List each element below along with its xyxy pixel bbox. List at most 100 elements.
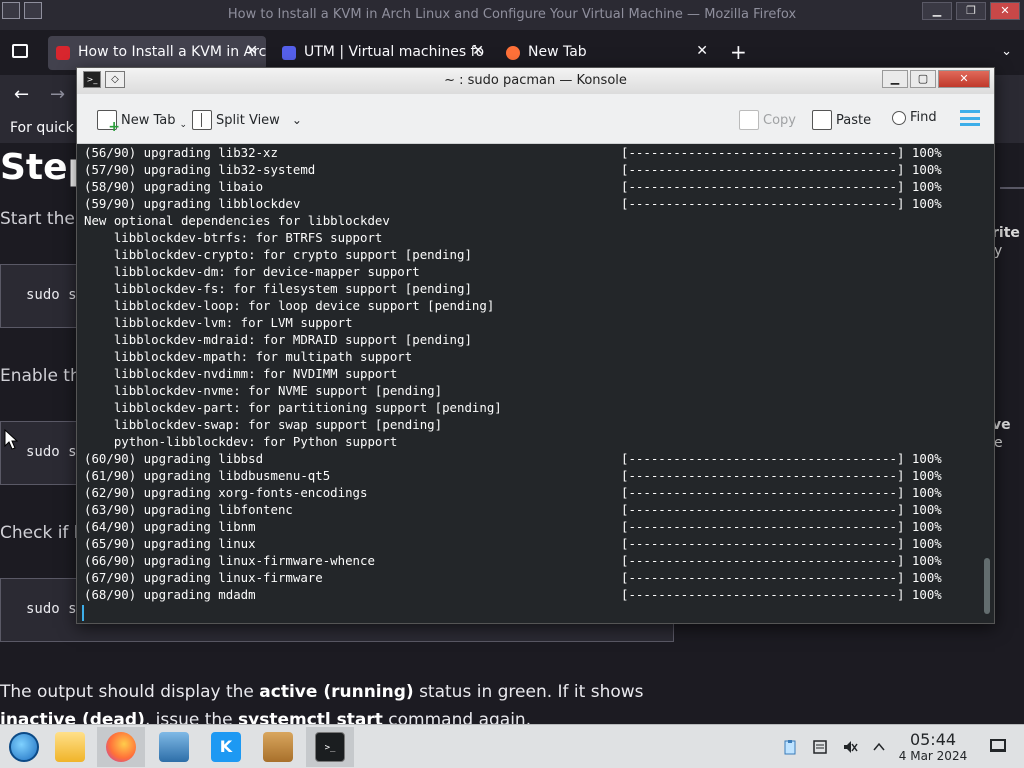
button-label: Find bbox=[910, 110, 937, 125]
close-button[interactable]: ✕ bbox=[990, 2, 1020, 20]
show-desktop-icon[interactable] bbox=[990, 739, 1006, 752]
terminal-line-text: libblockdev-crypto: for crypto support [… bbox=[84, 247, 472, 262]
terminal-line: (60/90) upgrading libbsd [---------------… bbox=[84, 450, 942, 467]
maximize-button[interactable]: ▢ bbox=[910, 70, 936, 88]
konsole-window-controls: ▁ ▢ ✕ bbox=[882, 70, 990, 88]
firefox-window-title: How to Install a KVM in Arch Linux and C… bbox=[227, 7, 797, 22]
konsole-toolbar: New Tab ⌄ Split View ⌄ Copy Paste Find bbox=[77, 94, 994, 144]
terminal-line: libblockdev-dm: for device-mapper suppor… bbox=[84, 263, 502, 280]
start-orb-icon bbox=[9, 732, 39, 762]
split-view-icon bbox=[192, 110, 212, 130]
terminal-line: (56/90) upgrading lib32-xz [-------------… bbox=[84, 144, 942, 161]
mouse-pointer-icon bbox=[4, 429, 18, 450]
firefox-favicon-icon bbox=[506, 46, 520, 60]
progress-bar-text: [------------------------------------] 1… bbox=[621, 468, 942, 483]
terminal-icon: >_ bbox=[315, 732, 345, 762]
terminal-line: python-libblockdev: for Python support bbox=[84, 433, 502, 450]
terminal-scrollbar[interactable] bbox=[984, 558, 990, 614]
back-button[interactable]: ← bbox=[14, 84, 29, 105]
konsole-titlebar[interactable]: >_ ◇ ~ : sudo pacman — Konsole ▁ ▢ ✕ bbox=[77, 68, 994, 94]
firefox-icon bbox=[106, 732, 136, 762]
konsole-window[interactable]: >_ ◇ ~ : sudo pacman — Konsole ▁ ▢ ✕ New… bbox=[76, 67, 995, 624]
new-tab-button[interactable]: + bbox=[730, 40, 747, 64]
notes-tray-icon[interactable] bbox=[812, 739, 828, 755]
terminal-line-text: libblockdev-nvme: for NVME support [pend… bbox=[84, 383, 443, 398]
chevron-up-icon[interactable] bbox=[871, 739, 887, 755]
close-tab-icon[interactable]: ✕ bbox=[246, 43, 258, 59]
clipboard-tray-icon[interactable] bbox=[782, 739, 798, 755]
copy-button[interactable]: Copy bbox=[739, 110, 796, 130]
progress-bar-text: [------------------------------------] 1… bbox=[621, 536, 942, 551]
copy-icon bbox=[739, 110, 759, 130]
sidebar-text-fragment: e bbox=[994, 435, 1003, 451]
progress-bar-text: [------------------------------------] 1… bbox=[621, 519, 942, 534]
taskbar-file-manager[interactable] bbox=[46, 727, 94, 767]
tab-label: How to Install a KVM in Arch bbox=[78, 44, 266, 60]
terminal-line: libblockdev-mdraid: for MDRAID support [… bbox=[84, 331, 502, 348]
taskbar-konsole[interactable]: >_ bbox=[306, 727, 354, 767]
konsole-window-title: ~ : sudo pacman — Konsole bbox=[444, 73, 627, 88]
terminal-line-text: (56/90) upgrading lib32-xz bbox=[84, 145, 278, 160]
tab-kvm-article[interactable]: How to Install a KVM in Arch ✕ bbox=[48, 36, 266, 70]
terminal-line: (62/90) upgrading xorg-fonts-encodings [-… bbox=[84, 484, 942, 501]
code-text: sudo s bbox=[26, 444, 77, 460]
progress-bar-text: [------------------------------------] 1… bbox=[621, 179, 942, 194]
forward-button[interactable]: → bbox=[50, 84, 65, 105]
terminal-line: (63/90) upgrading libfontenc [-----------… bbox=[84, 501, 942, 518]
tab-utm[interactable]: UTM | Virtual machines fo ✕ bbox=[274, 36, 492, 70]
tab-label: New Tab bbox=[528, 44, 587, 60]
minimize-button[interactable]: ▁ bbox=[922, 2, 952, 20]
button-label: Paste bbox=[836, 112, 872, 128]
taskbar-kde-app[interactable]: K bbox=[202, 727, 250, 767]
hamburger-menu-icon[interactable] bbox=[960, 110, 980, 126]
maximize-button[interactable]: ❐ bbox=[956, 2, 986, 20]
article-paragraph: Check if li bbox=[0, 523, 84, 543]
paste-icon bbox=[812, 110, 832, 130]
package-icon bbox=[263, 732, 293, 762]
terminal-line-text: python-libblockdev: for Python support bbox=[84, 434, 398, 449]
dropdown-arrow-icon: ⌄ bbox=[179, 120, 188, 130]
progress-bar-text: [------------------------------------] 1… bbox=[621, 502, 942, 517]
chevron-down-icon[interactable]: ⌄ bbox=[292, 113, 302, 127]
close-tab-icon[interactable]: ✕ bbox=[472, 43, 484, 59]
taskbar-package-manager[interactable] bbox=[254, 727, 302, 767]
paste-button[interactable]: Paste bbox=[812, 110, 871, 130]
clock-time: 05:44 bbox=[909, 730, 957, 749]
terminal-line: libblockdev-crypto: for crypto support [… bbox=[84, 246, 502, 263]
firefox-titlebar: How to Install a KVM in Arch Linux and C… bbox=[0, 0, 1024, 30]
tab-new-tab[interactable]: New Tab ✕ bbox=[498, 36, 716, 70]
list-all-tabs-icon[interactable]: ⌄ bbox=[1001, 44, 1012, 59]
find-button[interactable]: Find bbox=[892, 110, 937, 125]
terminal-line: (68/90) upgrading mdadm [----------------… bbox=[84, 586, 942, 603]
split-view-button[interactable]: Split View ⌄ bbox=[192, 110, 302, 130]
terminal-line: (65/90) upgrading linux [----------------… bbox=[84, 535, 942, 552]
terminal-line: (66/90) upgrading linux-firmware-whence [… bbox=[84, 552, 942, 569]
terminal-line: libblockdev-btrfs: for BTRFS support bbox=[84, 229, 502, 246]
terminal-line: libblockdev-lvm: for LVM support bbox=[84, 314, 502, 331]
code-text: sudo s bbox=[26, 287, 77, 303]
terminal-line-text: (62/90) upgrading xorg-fonts-encodings bbox=[84, 485, 368, 500]
clock[interactable]: 05:44 4 Mar 2024 bbox=[893, 730, 973, 764]
terminal-line: libblockdev-part: for partitioning suppo… bbox=[84, 399, 502, 416]
terminal-line-text: libblockdev-mpath: for multipath support bbox=[84, 349, 413, 364]
new-tab-button[interactable]: New Tab ⌄ bbox=[97, 110, 188, 135]
start-menu-button[interactable] bbox=[0, 727, 48, 767]
taskbar-firefox[interactable] bbox=[97, 727, 145, 767]
close-tab-icon[interactable]: ✕ bbox=[696, 43, 708, 59]
close-button[interactable]: ✕ bbox=[938, 70, 990, 88]
terminal-line-text: (60/90) upgrading libbsd bbox=[84, 451, 264, 466]
terminal-line: (57/90) upgrading lib32-systemd [--------… bbox=[84, 161, 942, 178]
minimize-button[interactable]: ▁ bbox=[882, 70, 908, 88]
terminal-line-text: New optional dependencies for libblockde… bbox=[84, 213, 390, 228]
progress-bar-text: [------------------------------------] 1… bbox=[621, 485, 942, 500]
progress-bar-text: [------------------------------------] 1… bbox=[621, 553, 942, 568]
volume-muted-icon[interactable] bbox=[842, 739, 858, 755]
taskbar-system-settings[interactable] bbox=[150, 727, 198, 767]
terminal-view[interactable]: (56/90) upgrading lib32-xz [-------------… bbox=[77, 144, 994, 623]
terminal-output: (56/90) upgrading lib32-xz [-------------… bbox=[84, 144, 942, 603]
button-label: Split View bbox=[216, 112, 280, 128]
tab-manager-icon[interactable] bbox=[12, 44, 28, 58]
new-tab-icon bbox=[97, 110, 120, 135]
terminal-line-text: libblockdev-part: for partitioning suppo… bbox=[84, 400, 502, 415]
progress-bar-text: [------------------------------------] 1… bbox=[621, 162, 942, 177]
